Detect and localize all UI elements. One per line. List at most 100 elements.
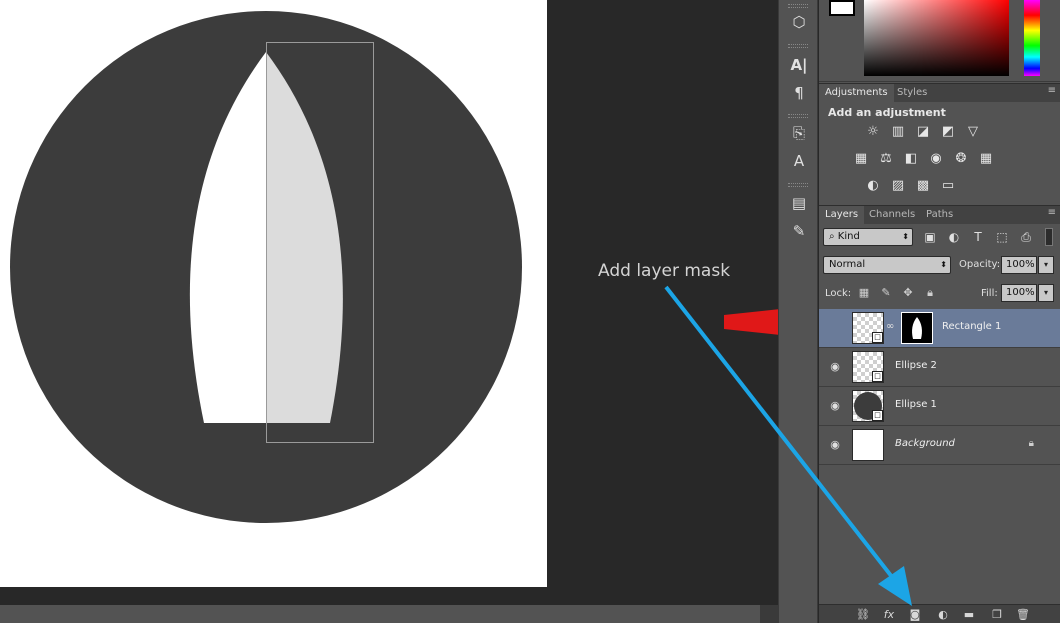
adjustments-tabbar: Adjustments Styles ≡ bbox=[819, 83, 1060, 103]
link-layers-icon[interactable]: ⛓ bbox=[855, 607, 871, 622]
opacity-field[interactable]: 100% bbox=[1001, 256, 1037, 274]
hue-slider[interactable] bbox=[1024, 0, 1040, 76]
lock-all-icon[interactable]: 🔒︎ bbox=[923, 286, 937, 300]
red-annotation-arrow bbox=[724, 309, 778, 335]
layer-filter-select[interactable]: ⌕ Kind ⬍ bbox=[823, 228, 913, 246]
3d-panel-icon[interactable]: ⬡ bbox=[787, 11, 811, 33]
layer-row-ellipse-1[interactable]: ◉ □ Ellipse 1 bbox=[819, 387, 1060, 426]
curves-icon[interactable]: ◪ bbox=[914, 124, 932, 140]
mask-shape bbox=[912, 317, 922, 339]
grip-handle[interactable] bbox=[788, 4, 808, 8]
channel-mixer-icon[interactable]: ❂ bbox=[952, 151, 970, 167]
fill-dropdown[interactable]: ▾ bbox=[1038, 284, 1054, 302]
layer-row-background[interactable]: ◉ Background 🔒︎ bbox=[819, 426, 1060, 465]
layer-name[interactable]: Background bbox=[895, 438, 955, 449]
lock-transparent-icon[interactable]: ▦ bbox=[857, 286, 871, 300]
layer-row-rectangle-1[interactable]: □ ∞ Rectangle 1 bbox=[819, 309, 1060, 348]
grip-handle[interactable] bbox=[788, 114, 808, 118]
pixel-filter-icon[interactable]: ▣ bbox=[922, 229, 938, 245]
adjustment-filter-icon[interactable]: ◐ bbox=[946, 229, 962, 245]
layer-thumbnail: □ bbox=[852, 390, 884, 422]
color-panel bbox=[819, 0, 1060, 82]
notes-icon[interactable]: ✎ bbox=[787, 220, 811, 242]
layer-name[interactable]: Rectangle 1 bbox=[942, 321, 1001, 332]
levels-icon[interactable]: ▥ bbox=[889, 124, 907, 140]
character-panel-icon[interactable]: A| bbox=[787, 54, 811, 76]
color-field[interactable] bbox=[864, 0, 1009, 76]
brightness-contrast-icon[interactable]: ☼ bbox=[864, 124, 882, 140]
smart-object-filter-icon[interactable]: ⎙ bbox=[1018, 229, 1034, 245]
new-layer-icon[interactable]: ❐ bbox=[989, 607, 1005, 622]
delete-layer-icon[interactable]: 🗑︎ bbox=[1015, 607, 1031, 622]
layer-row-ellipse-2[interactable]: ◉ □ Ellipse 2 bbox=[819, 348, 1060, 387]
layer-name[interactable]: Ellipse 1 bbox=[895, 399, 937, 410]
threshold-icon[interactable]: ▩ bbox=[914, 178, 932, 194]
vector-shape-icon: □ bbox=[872, 410, 883, 421]
adjustment-layer-icon[interactable]: ◐ bbox=[935, 607, 951, 622]
gradient-map-icon[interactable]: ▭ bbox=[939, 178, 957, 194]
photo-filter-icon[interactable]: ◉ bbox=[927, 151, 945, 167]
fx-icon[interactable]: fx bbox=[881, 607, 897, 622]
character-styles-icon[interactable]: A bbox=[787, 150, 811, 172]
eye-visibility-icon[interactable]: ◉ bbox=[828, 360, 842, 374]
new-group-icon[interactable]: ▬ bbox=[961, 607, 977, 622]
opacity-dropdown[interactable]: ▾ bbox=[1038, 256, 1054, 274]
panel-menu-icon[interactable]: ≡ bbox=[1048, 207, 1056, 218]
photoshop-workspace: Add layer mask ⬡ A| ¶ ⎘ A ▤ ✎ Adjustment… bbox=[0, 0, 1060, 623]
clone-source-icon[interactable]: ⎘ bbox=[787, 122, 811, 144]
layer-mask-thumbnail[interactable] bbox=[901, 312, 933, 344]
lock-position-icon[interactable]: ✥ bbox=[901, 286, 915, 300]
fill-field[interactable]: 100% bbox=[1001, 284, 1037, 302]
invert-icon[interactable]: ◐ bbox=[864, 178, 882, 194]
layers-tabbar: Layers Channels Paths ≡ bbox=[819, 205, 1060, 225]
layer-name[interactable]: Ellipse 2 bbox=[895, 360, 937, 371]
opacity-label: Opacity: bbox=[959, 259, 1001, 270]
chevron-updown-icon: ⬍ bbox=[940, 260, 947, 269]
vibrance-icon[interactable]: ▽ bbox=[964, 124, 982, 140]
lock-icon: 🔒︎ bbox=[1028, 438, 1034, 449]
posterize-icon[interactable]: ▨ bbox=[889, 178, 907, 194]
color-lookup-icon[interactable]: ▦ bbox=[977, 151, 995, 167]
mask-link-icon[interactable]: ∞ bbox=[886, 321, 894, 332]
shape-filter-icon[interactable]: ⬚ bbox=[994, 229, 1010, 245]
filter-toggle[interactable] bbox=[1045, 228, 1053, 246]
color-balance-icon[interactable]: ⚖ bbox=[877, 151, 895, 167]
tab-channels[interactable]: Channels bbox=[863, 206, 921, 225]
type-filter-icon[interactable]: T bbox=[970, 229, 986, 245]
paragraph-panel-icon[interactable]: ¶ bbox=[787, 82, 811, 104]
tab-styles[interactable]: Styles bbox=[891, 84, 933, 103]
layer-thumbnail: □ bbox=[852, 351, 884, 383]
panel-menu-icon[interactable]: ≡ bbox=[1048, 85, 1056, 96]
blend-mode-select[interactable]: Normal ⬍ bbox=[823, 256, 951, 274]
add-layer-mask-icon[interactable]: ◙ bbox=[907, 607, 923, 622]
vector-shape-icon: □ bbox=[872, 371, 883, 382]
layer-thumbnail bbox=[852, 429, 884, 461]
artwork bbox=[10, 11, 778, 523]
search-icon: ⌕ bbox=[829, 231, 838, 242]
annotation-label: Add layer mask bbox=[598, 261, 731, 281]
tab-layers[interactable]: Layers bbox=[819, 206, 865, 225]
adjustments-title: Add an adjustment bbox=[828, 106, 946, 119]
filter-kind-value: Kind bbox=[837, 231, 860, 242]
scrollbar-corner bbox=[760, 605, 778, 623]
fill-label: Fill: bbox=[981, 288, 998, 299]
layers-bottom-bar: ⛓ fx ◙ ◐ ▬ ❐ 🗑︎ bbox=[819, 604, 1060, 623]
lock-label: Lock: bbox=[825, 288, 852, 299]
eye-visibility-icon[interactable]: ◉ bbox=[828, 438, 842, 452]
canvas-status-bar bbox=[0, 605, 778, 623]
tab-paths[interactable]: Paths bbox=[920, 206, 959, 225]
vector-shape-icon: □ bbox=[872, 332, 883, 343]
history-panel-icon[interactable]: ▤ bbox=[787, 192, 811, 214]
exposure-icon[interactable]: ◩ bbox=[939, 124, 957, 140]
blend-mode-value: Normal bbox=[829, 259, 866, 270]
layer-thumbnail: □ bbox=[852, 312, 884, 344]
lock-image-icon[interactable]: ✎ bbox=[879, 286, 893, 300]
eye-visibility-icon[interactable]: ◉ bbox=[828, 399, 842, 413]
panel-icon-strip: ⬡ A| ¶ ⎘ A ▤ ✎ bbox=[778, 0, 818, 623]
black-white-icon[interactable]: ◧ bbox=[902, 151, 920, 167]
grip-handle[interactable] bbox=[788, 183, 808, 187]
foreground-color-swatch[interactable] bbox=[829, 0, 855, 16]
hue-saturation-icon[interactable]: ▦ bbox=[852, 151, 870, 167]
grip-handle[interactable] bbox=[788, 44, 808, 48]
tab-adjustments[interactable]: Adjustments bbox=[819, 84, 894, 103]
